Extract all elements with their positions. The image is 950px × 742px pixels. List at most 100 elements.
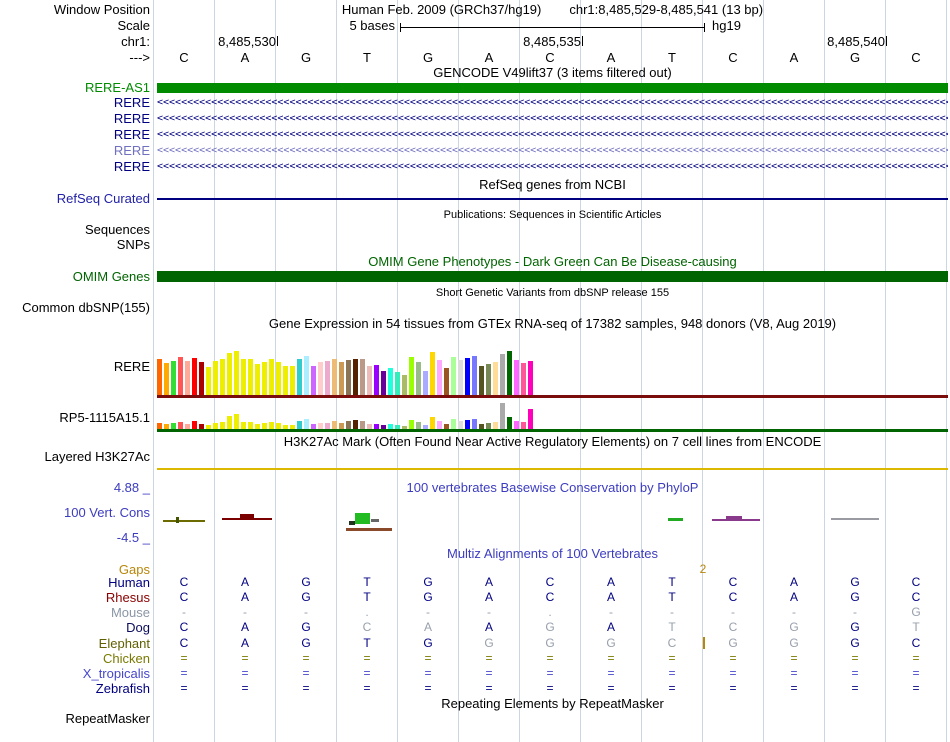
gtex-bar[interactable]	[234, 351, 239, 395]
multiz-base-cell[interactable]: A	[591, 620, 631, 634]
multiz-species-label-zebrafish[interactable]: Zebrafish	[0, 681, 150, 696]
gtex-bar[interactable]	[451, 357, 456, 395]
gtex-bar[interactable]	[248, 422, 253, 429]
gencode-exon-bar[interactable]	[157, 83, 948, 93]
conservation-mark[interactable]	[346, 528, 392, 531]
multiz-base-cell[interactable]: =	[225, 651, 265, 665]
multiz-base-cell[interactable]: G	[286, 575, 326, 589]
label-sequences[interactable]: Sequences	[0, 222, 150, 237]
multiz-base-cell[interactable]: -	[652, 605, 692, 619]
multiz-base-cell[interactable]: A	[225, 575, 265, 589]
gencode-item-label[interactable]: RERE-AS1	[0, 80, 150, 95]
gencode-transcript-row[interactable]: <<<<<<<<<<<<<<<<<<<<<<<<<<<<<<<<<<<<<<<<…	[157, 129, 948, 141]
gencode-transcript-row[interactable]: <<<<<<<<<<<<<<<<<<<<<<<<<<<<<<<<<<<<<<<<…	[157, 97, 948, 109]
multiz-base-cell[interactable]: G	[835, 636, 875, 650]
label-snps[interactable]: SNPs	[0, 237, 150, 252]
multiz-base-cell[interactable]: =	[225, 681, 265, 695]
gtex-bar[interactable]	[290, 366, 295, 395]
multiz-base-cell[interactable]: G	[408, 636, 448, 650]
multiz-base-cell[interactable]: C	[896, 636, 936, 650]
gtex-bar[interactable]	[353, 359, 358, 395]
multiz-species-label-mouse[interactable]: Mouse	[0, 605, 150, 620]
gtex-bar[interactable]	[521, 363, 526, 395]
gtex-bar[interactable]	[332, 359, 337, 395]
gtex-bar[interactable]	[416, 362, 421, 395]
gtex-bar[interactable]	[178, 357, 183, 395]
multiz-base-cell[interactable]: G	[286, 620, 326, 634]
gtex-bar[interactable]	[367, 366, 372, 395]
multiz-base-cell[interactable]: G	[835, 620, 875, 634]
gtex-bar[interactable]	[388, 368, 393, 395]
multiz-base-cell[interactable]: =	[408, 681, 448, 695]
gtex-bar[interactable]	[241, 422, 246, 429]
multiz-base-cell[interactable]: -	[164, 605, 204, 619]
gtex-bar[interactable]	[192, 421, 197, 429]
gtex-bar[interactable]	[360, 421, 365, 429]
multiz-base-cell[interactable]: =	[469, 651, 509, 665]
gencode-item-label[interactable]: RERE	[0, 143, 150, 158]
multiz-base-cell[interactable]: =	[652, 651, 692, 665]
gtex-bar[interactable]	[514, 360, 519, 395]
multiz-base-cell[interactable]: =	[713, 681, 753, 695]
gtex-bar[interactable]	[269, 422, 274, 429]
gtex-bar[interactable]	[353, 420, 358, 429]
multiz-base-cell[interactable]: .	[530, 605, 570, 619]
multiz-base-cell[interactable]: -	[408, 605, 448, 619]
h3k27ac-track-title[interactable]: H3K27Ac Mark (Often Found Near Active Re…	[157, 434, 948, 449]
gencode-item-label[interactable]: RERE	[0, 111, 150, 126]
multiz-base-cell[interactable]: C	[713, 590, 753, 604]
gtex-bar[interactable]	[297, 421, 302, 429]
gtex-bar[interactable]	[192, 358, 197, 395]
multiz-base-cell[interactable]: G	[835, 590, 875, 604]
gtex-bar[interactable]	[325, 361, 330, 395]
gencode-item-label[interactable]: RERE	[0, 127, 150, 142]
multiz-base-cell[interactable]: =	[469, 681, 509, 695]
conservation-mark[interactable]	[176, 517, 179, 523]
multiz-base-cell[interactable]: =	[591, 651, 631, 665]
gtex-bar[interactable]	[227, 416, 232, 429]
gtex-bar[interactable]	[157, 359, 162, 395]
conservation-mark[interactable]	[831, 518, 879, 520]
conservation-mark[interactable]	[726, 516, 742, 519]
label-h3k27ac[interactable]: Layered H3K27Ac	[0, 449, 150, 464]
gtex-bar[interactable]	[346, 421, 351, 429]
multiz-base-cell[interactable]: =	[652, 681, 692, 695]
gtex-bar[interactable]	[472, 419, 477, 429]
multiz-base-cell[interactable]: =	[469, 666, 509, 680]
gtex-bar[interactable]	[381, 371, 386, 395]
multiz-base-cell[interactable]: G	[591, 636, 631, 650]
gtex-bar[interactable]	[507, 417, 512, 429]
multiz-base-cell[interactable]: C	[164, 575, 204, 589]
multiz-base-cell[interactable]: A	[469, 620, 509, 634]
gtex-bar[interactable]	[220, 359, 225, 395]
label-refseq-curated[interactable]: RefSeq Curated	[0, 191, 150, 206]
multiz-species-label-chicken[interactable]: Chicken	[0, 651, 150, 666]
multiz-base-cell[interactable]: G	[713, 636, 753, 650]
gtex-bar[interactable]	[304, 356, 309, 395]
multiz-base-cell[interactable]: G	[469, 636, 509, 650]
gtex-bar[interactable]	[409, 357, 414, 395]
multiz-base-cell[interactable]: G	[774, 620, 814, 634]
gtex-bar[interactable]	[360, 359, 365, 395]
multiz-base-cell[interactable]: C	[164, 636, 204, 650]
h3k27ac-signal-line[interactable]	[157, 468, 948, 470]
gtex-bar[interactable]	[199, 362, 204, 395]
multiz-base-cell[interactable]: =	[774, 681, 814, 695]
multiz-base-cell[interactable]: T	[896, 620, 936, 634]
multiz-base-cell[interactable]: =	[408, 666, 448, 680]
gtex-bar[interactable]	[479, 366, 484, 395]
refseq-track-title[interactable]: RefSeq genes from NCBI	[157, 177, 948, 192]
gencode-item-label[interactable]: RERE	[0, 159, 150, 174]
multiz-species-label-elephant[interactable]: Elephant	[0, 636, 150, 651]
omim-gene-bar[interactable]	[157, 271, 948, 282]
gtex-bar[interactable]	[430, 417, 435, 429]
multiz-base-cell[interactable]: .	[347, 605, 387, 619]
multiz-base-cell[interactable]: =	[774, 666, 814, 680]
multiz-base-cell[interactable]: G	[408, 575, 448, 589]
gtex-bar[interactable]	[514, 421, 519, 429]
multiz-base-cell[interactable]: -	[225, 605, 265, 619]
gtex-bar[interactable]	[521, 422, 526, 429]
conservation-mark[interactable]	[712, 519, 760, 521]
gtex-bar[interactable]	[528, 361, 533, 395]
gtex-bar[interactable]	[500, 403, 505, 429]
